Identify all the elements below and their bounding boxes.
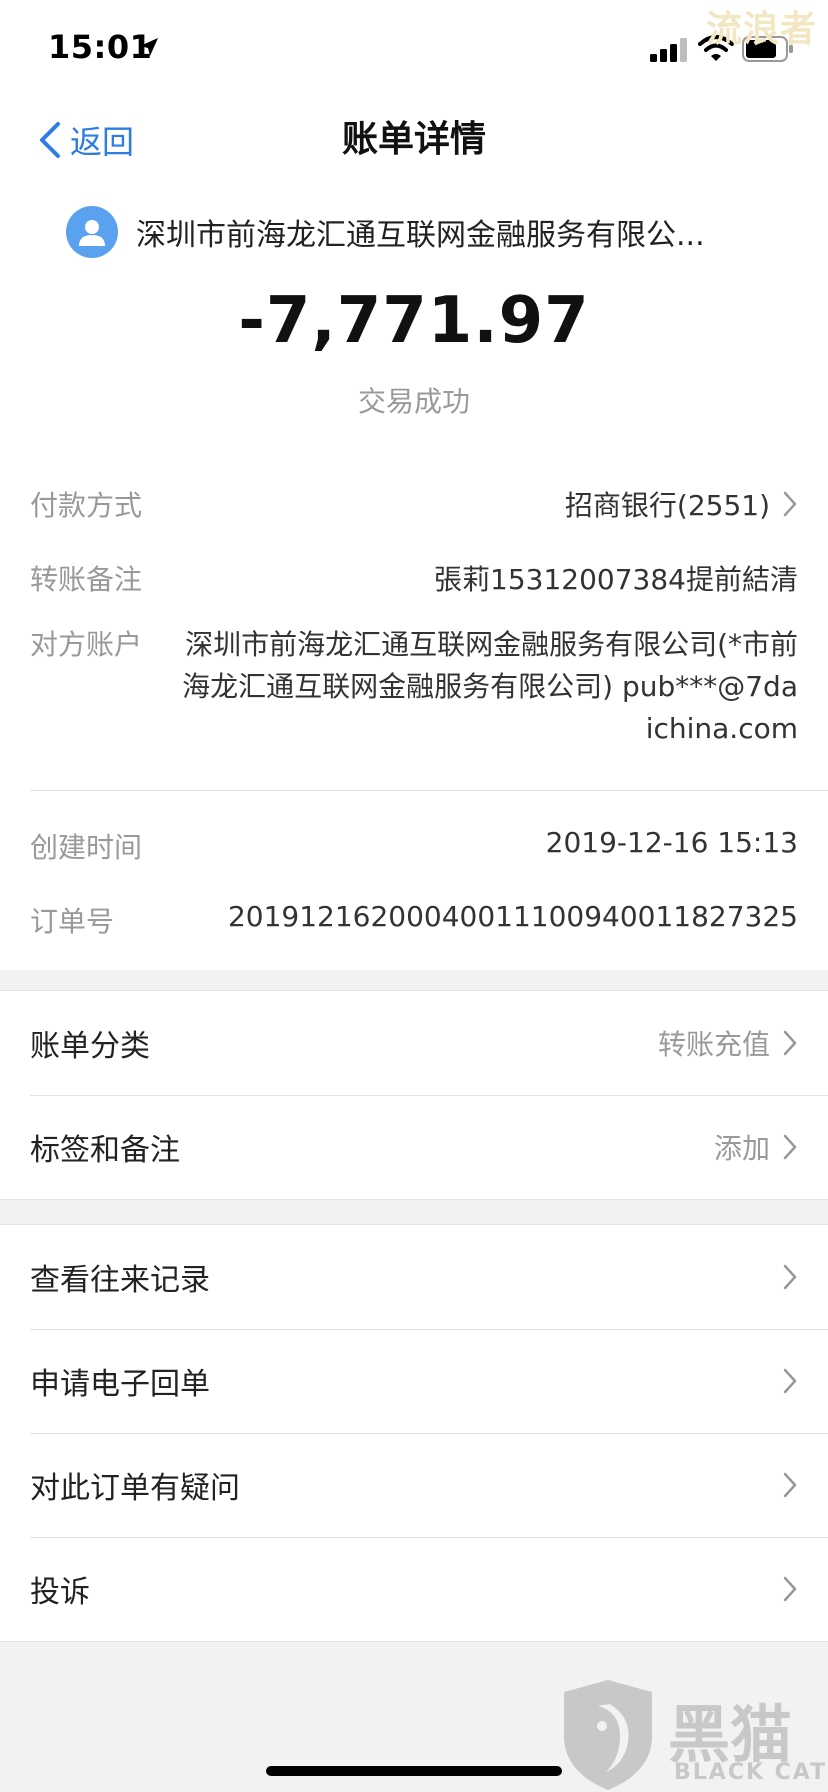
chevron-right-icon [783,1030,797,1056]
merchant-row: 深圳市前海龙汇通互联网金融服务有限公... [66,204,705,260]
actions-section: 查看往来记录 申请电子回单 对此订单有疑问 投诉 [0,1224,828,1642]
tags-notes-item[interactable]: 标签和备注 添加 [0,1095,828,1199]
item-label: 投诉 [30,1575,90,1610]
divider [30,790,828,791]
detail-order-number: 订单号 20191216200040011100940011827325 [30,900,798,940]
counterparty-value: 深圳市前海龙汇通互联网金融服务有限公司(*市前海龙汇通互联网金融服务有限公司) … [182,628,798,745]
chevron-right-icon [783,1576,797,1602]
chevron-right-icon [783,491,797,517]
detail-label: 对方账户 [30,628,143,661]
detail-label: 订单号 [30,905,115,938]
chevron-right-icon [783,1134,797,1160]
chevron-right-icon [783,1264,797,1290]
item-right: 转账充值 [658,1023,798,1063]
detail-label: 转账备注 [30,563,143,596]
item-value: 转账充值 [657,1028,770,1061]
transaction-amount: -7,771.97 [238,284,590,358]
transaction-status: 交易成功 [357,385,470,418]
complaint-item[interactable]: 投诉 [0,1537,828,1641]
payment-method-value-wrap: 招商银行(2551) [565,484,798,524]
detail-counterparty: 对方账户 深圳市前海龙汇通互联网金融服务有限公司(*市前海龙汇通互联网金融服务有… [30,624,798,750]
status-bar: 15:01 流浪者 [0,0,828,96]
item-value: 添加 [713,1132,770,1165]
merchant-name: 深圳市前海龙汇通互联网金融服务有限公... [136,218,705,253]
status-time: 15:01 [48,28,153,66]
chevron-right-icon [783,1472,797,1498]
watermark-text: 流浪者 [706,9,818,50]
black-cat-shield-icon [564,1680,652,1790]
bill-header: 深圳市前海龙汇通互联网金融服务有限公... -7,771.97 交易成功 [0,192,828,440]
view-history-item[interactable]: 查看往来记录 [0,1225,828,1329]
bill-details: 付款方式 招商银行(2551) 转账备注 張莉15312007384提前結清 对… [0,440,828,970]
item-label: 账单分类 [30,1029,150,1064]
navigation-bar: 返回 账单详情 [0,96,828,192]
avatar [66,206,118,258]
order-number-value: 20191216200040011100940011827325 [227,900,798,933]
detail-label: 创建时间 [30,831,143,864]
detail-transfer-note: 转账备注 張莉15312007384提前結清 [30,558,798,598]
item-right: 添加 [714,1127,798,1167]
cell-signal-icon [650,38,687,62]
order-question-item[interactable]: 对此订单有疑问 [0,1433,828,1537]
bill-category-item[interactable]: 账单分类 转账充值 [0,991,828,1095]
detail-label: 付款方式 [30,489,143,522]
item-label: 对此订单有疑问 [30,1471,240,1506]
detail-payment-method[interactable]: 付款方式 招商银行(2551) [30,484,798,524]
user-icon [79,220,105,246]
home-indicator [266,1766,562,1776]
page-title: 账单详情 [341,119,486,160]
payment-method-value: 招商银行(2551) [564,489,770,522]
request-receipt-item[interactable]: 申请电子回单 [0,1329,828,1433]
chevron-right-icon [783,1368,797,1394]
watermark-subtitle: BLACK CAT [674,1760,828,1785]
item-label: 查看往来记录 [30,1263,210,1298]
transfer-note-value: 張莉15312007384提前結清 [434,563,798,596]
created-time-value: 2019-12-16 15:13 [545,826,798,859]
location-arrow-icon [140,38,158,56]
detail-created-time: 创建时间 2019-12-16 15:13 [30,826,798,866]
item-label: 标签和备注 [30,1133,180,1168]
category-section: 账单分类 转账充值 标签和备注 添加 [0,990,828,1200]
item-label: 申请电子回单 [30,1367,210,1402]
